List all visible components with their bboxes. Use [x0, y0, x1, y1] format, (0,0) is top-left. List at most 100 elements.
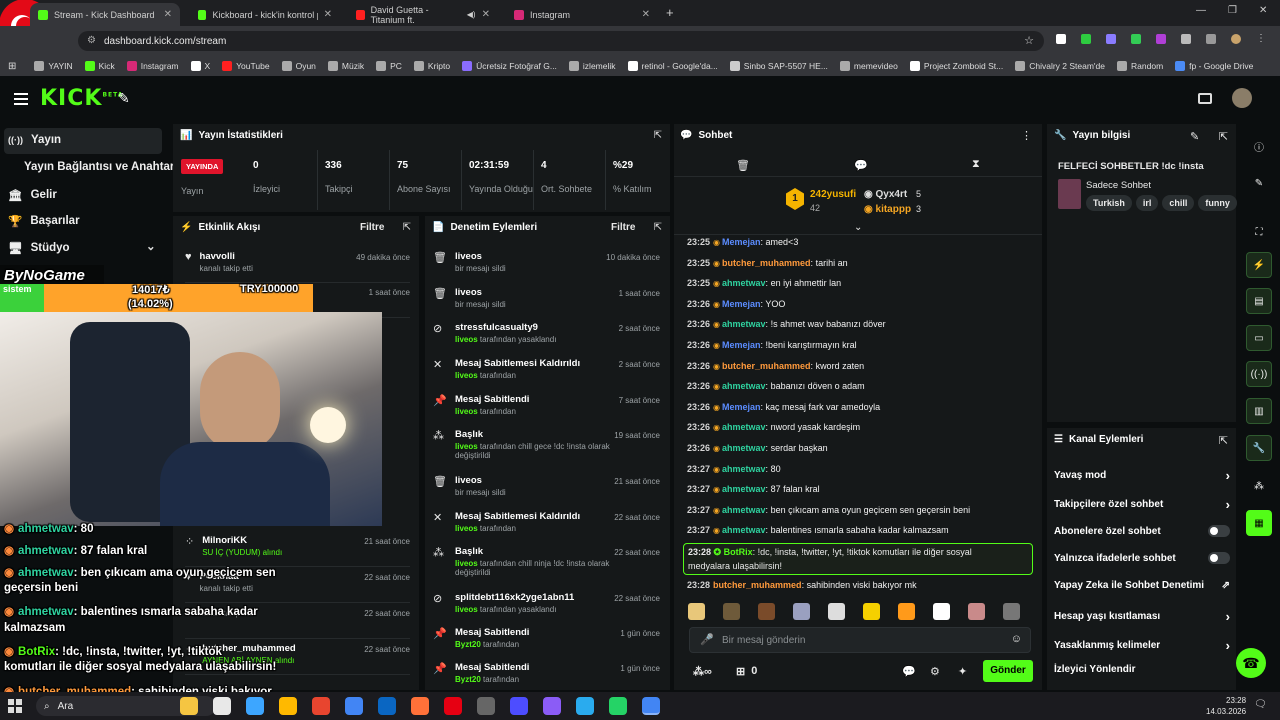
channel-action-row[interactable]: Yasaklanmış kelimeler › — [1054, 638, 1230, 653]
bookmark-item[interactable]: PC — [376, 61, 402, 71]
moderation-row[interactable]: ⁂ Başlık liveos tarafından chill ninja !dc… — [433, 546, 660, 577]
leaderboard-second[interactable]: ◉ Qyx4rt — [864, 189, 907, 200]
puzzle-icon[interactable] — [1181, 34, 1191, 44]
chat-username[interactable]: ahmetwav — [722, 464, 766, 474]
url-field[interactable]: ⚙ dashboard.kick.com/stream ☆ — [78, 31, 1044, 51]
nav-item-basarilar[interactable]: 🏆 Başarılar — [8, 214, 80, 228]
nav-item-baglanti[interactable]: Yayın Bağlantısı ve Anahtarı — [24, 161, 178, 173]
taskbar-app-icon[interactable] — [444, 697, 462, 715]
moderation-row[interactable]: ✕ Mesaj Sabitlemesi Kaldırıldı liveos tara… — [433, 511, 660, 533]
channel-action-row[interactable]: Yalnızca ifadelerle sohbet — [1054, 552, 1230, 564]
emote-icon[interactable] — [898, 603, 915, 620]
bookmark-item[interactable]: memevideo — [839, 61, 898, 71]
moderation-row[interactable]: 🗑 liveos bir mesajı sildi 1 saat önce — [433, 287, 660, 309]
chat-message[interactable]: 23:25 ◉ Memejan: amed<3 — [687, 237, 798, 247]
toggle-switch[interactable] — [1208, 552, 1230, 564]
close-tab-icon[interactable]: ✕ — [164, 9, 172, 20]
chat-message[interactable]: 23:26 ◉ Memejan: kaç mesaj fark var amedoy… — [687, 402, 880, 412]
taskbar-app-icon[interactable] — [642, 697, 660, 715]
bookmark-item[interactable]: Ücretsiz Fotoğraf G... — [462, 61, 557, 71]
emote-icon[interactable] — [828, 603, 845, 620]
emote-icon[interactable] — [1003, 603, 1020, 620]
emote-icon[interactable] — [793, 603, 810, 620]
chat-username[interactable]: Memejan — [722, 340, 761, 350]
toggle-switch[interactable] — [1208, 525, 1230, 537]
bookmark-item[interactable]: Sinbo SAP-5507 HE... — [729, 61, 828, 71]
kick-logo[interactable]: KICKBETA — [40, 86, 123, 111]
extension-icon[interactable] — [1081, 34, 1091, 44]
stream-tag[interactable]: Turkish — [1086, 195, 1132, 211]
popout-icon[interactable]: ⇱ — [654, 222, 662, 233]
taskbar-app-icon[interactable] — [543, 697, 561, 715]
windows-start-icon[interactable] — [8, 699, 22, 713]
leaderboard-third[interactable]: ◉ kitappp — [864, 204, 911, 215]
close-tab-icon[interactable]: ✕ — [324, 9, 332, 20]
bookmark-item[interactable]: Project Zomboid St... — [909, 61, 1003, 71]
botrix-message[interactable]: 23:28 ✪ BotRix: !dc, !insta, !twitter, !… — [683, 543, 1033, 575]
film-icon[interactable]: ▦ — [1246, 510, 1272, 536]
channel-action-row[interactable]: Yapay Zeka ile Sohbet Denetimi ⇗ — [1054, 580, 1230, 591]
chat-username[interactable]: Memejan — [722, 299, 761, 309]
chat-username[interactable]: ahmetwav — [722, 443, 766, 453]
bookmark-item[interactable]: Kick — [84, 61, 115, 71]
chat-bubble-icon[interactable]: 💬 — [902, 665, 916, 678]
stream-tag[interactable]: irl — [1135, 195, 1159, 211]
badge-icon[interactable]: ✦ — [958, 665, 967, 678]
chat-message[interactable]: 23:26 ◉ ahmetwav: !s ahmet wav babanızı dö… — [687, 319, 886, 329]
extension-icon[interactable] — [1056, 34, 1066, 44]
chat-username[interactable]: Memejan — [722, 237, 761, 247]
tab-kickboard[interactable]: Kickboard - kick'in kontrol pane ✕ — [190, 3, 340, 26]
tab-david-guetta[interactable]: David Guetta - Titanium ft. ◀) ✕ — [348, 3, 498, 26]
moderation-row[interactable]: 📌 Mesaj Sabitlendi Byzt20 tarafından 1 gün … — [433, 627, 660, 649]
emoji-icon[interactable]: ☺ — [1011, 633, 1022, 645]
moderation-row[interactable]: 📌 Mesaj Sabitlendi Byzt20 tarafından 1 gün … — [433, 662, 660, 684]
chat-username[interactable]: ahmetwav — [722, 484, 766, 494]
emote-icon[interactable] — [723, 603, 740, 620]
chat-message[interactable]: 23:27 ◉ ahmetwav: 80 — [687, 464, 781, 474]
chat-message[interactable]: 23:25 ◉ ahmetwav: en iyi ahmettir lan — [687, 278, 841, 288]
popout-icon[interactable]: ⇱ — [654, 130, 662, 141]
chat-menu-icon[interactable]: ⋮ — [1021, 129, 1032, 142]
server-icon[interactable]: ▥ — [1246, 398, 1272, 424]
bookmark-item[interactable]: fp - Google Drive — [1175, 61, 1253, 71]
new-tab-button[interactable]: + — [666, 5, 674, 20]
leaderboard-first-name[interactable]: 242yusufi — [810, 189, 856, 200]
taskbar-app-icon[interactable] — [180, 697, 198, 715]
info-icon[interactable]: ⓘ — [1246, 133, 1272, 159]
avatar[interactable] — [1232, 88, 1252, 108]
maximize-icon[interactable]: ❐ — [1228, 5, 1237, 16]
edit-icon[interactable]: ✎ — [1190, 130, 1199, 143]
moderation-row[interactable]: ✕ Mesaj Sabitlemesi Kaldırıldı liveos tara… — [433, 358, 660, 380]
bookmark-item[interactable]: YAYIN — [34, 61, 73, 71]
chat-username[interactable]: BotRix — [724, 547, 753, 557]
nav-item-gelir[interactable]: 🏛 Gelir — [8, 188, 57, 202]
channel-action-row[interactable]: Takipçilere özel sohbet › — [1054, 497, 1230, 512]
chat-username[interactable]: butcher_muhammed — [722, 258, 811, 268]
emote-icon[interactable] — [863, 603, 880, 620]
chat-message[interactable]: 23:27 ◉ ahmetwav: 87 falan kral — [687, 484, 820, 494]
chat-username[interactable]: ahmetwav — [722, 381, 766, 391]
taskbar-app-icon[interactable] — [246, 697, 264, 715]
emote-icon[interactable] — [968, 603, 985, 620]
chat-message[interactable]: 23:26 ◉ ahmetwav: nword yasak kardeşim — [687, 422, 860, 432]
chat-username[interactable]: butcher_muhammed — [713, 580, 802, 590]
moderation-row[interactable]: 🗑 liveos bir mesajı sildi 21 saat önce — [433, 475, 660, 497]
chat-username[interactable]: Memejan — [722, 402, 761, 412]
channel-action-row[interactable]: Abonelere özel sohbet — [1054, 525, 1230, 537]
bookmark-item[interactable]: izlemelik — [568, 61, 616, 71]
moderation-row[interactable]: ⊘ stressfulcasualty9 liveos tarafından yas… — [433, 322, 660, 344]
mic-icon[interactable]: 🎤 — [700, 633, 714, 646]
stream-tag[interactable]: chill — [1162, 195, 1195, 211]
bookmark-item[interactable]: Instagram — [126, 61, 179, 71]
tab-instagram[interactable]: Instagram ✕ — [506, 3, 658, 26]
chat-settings-icon[interactable]: 💬 — [854, 159, 868, 172]
taskbar-app-icon[interactable] — [477, 697, 495, 715]
chat-message[interactable]: 23:26 ◉ ahmetwav: serdar başkan — [687, 443, 828, 453]
collapse-leaderboard-icon[interactable]: ⌄ — [854, 222, 862, 233]
document-icon[interactable]: ▤ — [1246, 288, 1272, 314]
tab-stream-dashboard[interactable]: Stream - Kick Dashboard ✕ — [30, 3, 180, 26]
crop-icon[interactable]: ⛶ — [1246, 219, 1272, 245]
emote-icon[interactable] — [688, 603, 705, 620]
apps-grid-icon[interactable]: ⊞ — [8, 61, 16, 72]
tools-icon[interactable]: ✎ — [118, 90, 130, 107]
